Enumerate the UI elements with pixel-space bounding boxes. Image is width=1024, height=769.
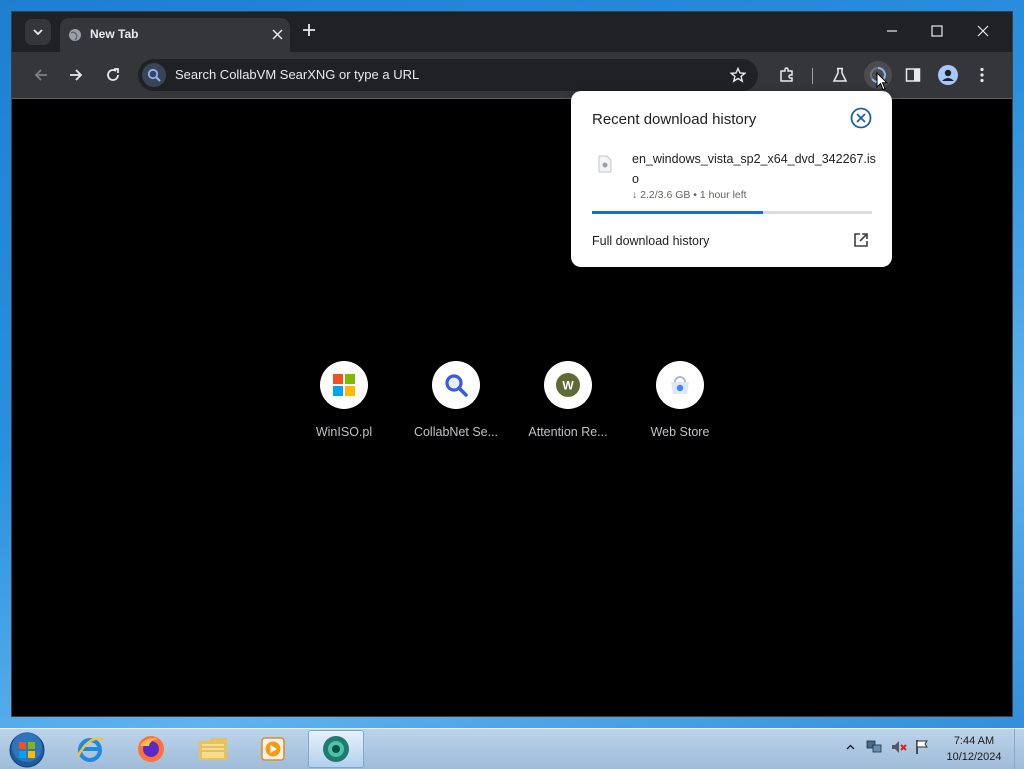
chevron-down-icon	[32, 26, 44, 38]
labs-flask-icon[interactable]	[832, 67, 848, 83]
web-store-icon	[668, 373, 692, 397]
network-icon[interactable]	[866, 739, 882, 755]
file-icon	[598, 155, 612, 173]
close-circle-icon[interactable]	[850, 107, 872, 129]
extensions-icon[interactable]	[779, 67, 795, 83]
tray-chevron-up-icon[interactable]	[846, 743, 855, 752]
clock-time: 7:44 AM	[953, 735, 995, 747]
download-bubble: Recent download history en_windows_vista…	[571, 91, 892, 267]
clock-date: 10/12/2024	[946, 751, 1002, 763]
shortcut-tile: W	[544, 361, 592, 409]
shortcut-label: Web Store	[650, 425, 710, 439]
internet-explorer-icon	[75, 734, 105, 764]
letter-w-icon: W	[556, 373, 580, 397]
download-bubble-title: Recent download history	[592, 111, 757, 128]
shortcut-label: Attention Re...	[528, 425, 608, 439]
toolbar-separator	[812, 68, 813, 84]
browser-active-icon	[321, 734, 351, 764]
shortcut-attention[interactable]: W Attention Re...	[512, 361, 624, 439]
full-download-history-link[interactable]: Full download history	[592, 234, 709, 248]
bookmark-star-icon[interactable]	[730, 67, 746, 83]
shortcut-tile	[320, 361, 368, 409]
forward-arrow-icon[interactable]	[68, 67, 84, 83]
close-tab-icon[interactable]	[272, 29, 283, 40]
shortcut-collabnet[interactable]: CollabNet Se...	[400, 361, 512, 439]
shortcut-tile	[432, 361, 480, 409]
file-explorer-icon	[197, 735, 229, 763]
more-menu-icon[interactable]	[979, 67, 985, 83]
shortcut-web-store[interactable]: Web Store	[624, 361, 736, 439]
open-external-icon[interactable]	[853, 232, 869, 248]
download-status: ↓ 2.2/3.6 GB • 1 hour left	[632, 189, 747, 201]
globe-icon	[68, 28, 82, 42]
taskbar: 7:44 AM 10/12/2024	[0, 728, 1024, 769]
firefox-icon	[136, 734, 166, 764]
close-window-icon[interactable]	[977, 25, 989, 37]
action-center-flag-icon[interactable]	[915, 739, 929, 755]
taskbar-media-player[interactable]	[245, 730, 301, 768]
search-engine-badge	[142, 63, 166, 87]
shortcut-label: WinISO.pl	[315, 425, 373, 439]
new-tab-icon[interactable]	[302, 23, 316, 37]
mouse-cursor-icon	[876, 72, 888, 91]
address-bar[interactable]: Search CollabVM SearXNG or type a URL	[138, 59, 758, 91]
download-progress-bar	[592, 211, 872, 214]
volume-muted-icon[interactable]	[891, 739, 907, 755]
taskbar-internet-explorer[interactable]	[62, 730, 118, 768]
maximize-icon[interactable]	[931, 25, 943, 37]
magnifier-icon	[443, 372, 469, 398]
taskbar-firefox[interactable]	[123, 730, 179, 768]
shortcut-tile	[656, 361, 704, 409]
reload-icon[interactable]	[105, 67, 121, 83]
svg-text:W: W	[562, 379, 574, 393]
back-arrow-icon[interactable]	[33, 67, 49, 83]
taskbar-file-explorer[interactable]	[185, 730, 241, 768]
shortcut-label: CollabNet Se...	[413, 425, 499, 439]
shortcut-winiso[interactable]: WinISO.pl	[288, 361, 400, 439]
search-icon	[147, 68, 161, 82]
download-file-name[interactable]: en_windows_vista_sp2_x64_dvd_342267.iso	[632, 149, 877, 189]
taskbar-browser-active[interactable]	[308, 730, 364, 768]
windows-logo-icon	[332, 373, 356, 397]
tab-search-button[interactable]	[25, 19, 51, 45]
profile-avatar-icon[interactable]	[938, 65, 958, 85]
media-player-icon	[259, 735, 287, 763]
address-bar-placeholder: Search CollabVM SearXNG or type a URL	[175, 67, 420, 82]
download-progress-fill	[592, 211, 763, 214]
taskbar-clock[interactable]: 7:44 AM 10/12/2024	[938, 733, 1010, 765]
show-desktop-button[interactable]	[1014, 729, 1024, 769]
tab-new-tab[interactable]: New Tab	[60, 18, 290, 52]
tab-strip: New Tab	[12, 12, 1012, 52]
start-button-icon[interactable]	[8, 731, 46, 769]
side-panel-icon[interactable]	[905, 67, 921, 83]
tab-title: New Tab	[90, 27, 139, 41]
minimize-icon[interactable]	[886, 25, 898, 37]
